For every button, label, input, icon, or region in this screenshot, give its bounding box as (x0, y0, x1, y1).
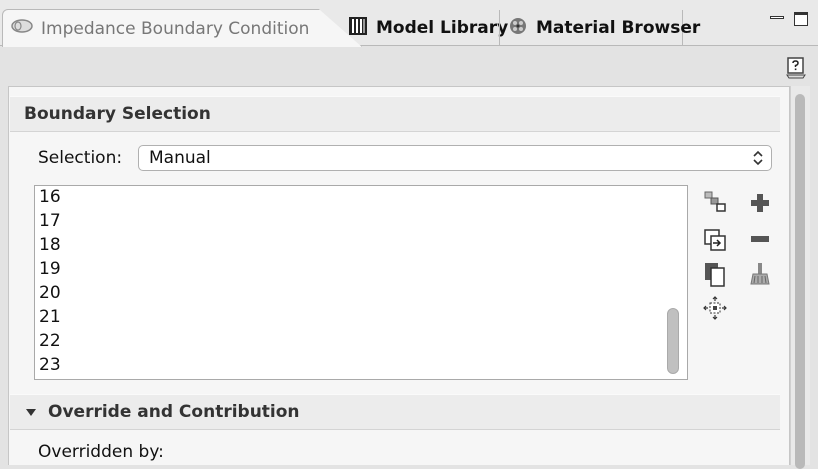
section-title: Boundary Selection (24, 104, 211, 124)
select-from-graphics-icon[interactable] (703, 190, 726, 212)
list-item[interactable]: 23 (35, 354, 687, 378)
zoom-to-selection-icon[interactable] (703, 296, 727, 320)
selection-value: Manual (149, 148, 211, 168)
model-library-icon (348, 16, 368, 41)
clear-selection-icon[interactable] (749, 262, 771, 285)
tab-impedance-boundary-condition[interactable]: Impedance Boundary Condition (2, 9, 362, 47)
tab-model-library[interactable]: Model Library (340, 10, 508, 46)
tab-label: Impedance Boundary Condition (41, 18, 310, 39)
list-item[interactable]: 21 (35, 306, 687, 330)
list-item[interactable]: 17 (35, 210, 687, 234)
list-scrollbar-thumb[interactable] (667, 308, 679, 374)
maximize-button[interactable] (794, 12, 808, 26)
override-contribution-header[interactable]: Override and Contribution (10, 394, 780, 430)
copy-selection-icon[interactable] (703, 262, 725, 287)
list-item[interactable]: 19 (35, 258, 687, 282)
boundary-selection-header[interactable]: Boundary Selection (10, 96, 780, 132)
minimize-icon (770, 16, 784, 19)
tab-label: Model Library (376, 18, 509, 38)
list-item[interactable]: 20 (35, 282, 687, 306)
panel-scrollbar-thumb[interactable] (795, 94, 805, 469)
remove-icon[interactable] (749, 228, 771, 250)
panel-scrollbar[interactable] (790, 86, 810, 469)
list-item[interactable]: 22 (35, 330, 687, 354)
list-item[interactable]: 16 (35, 186, 687, 210)
overridden-by-label: Overridden by: (38, 442, 164, 462)
paste-selection-icon[interactable] (703, 228, 726, 251)
selection-dropdown[interactable]: Manual (138, 145, 772, 171)
help-icon[interactable] (786, 57, 806, 79)
list-item[interactable]: 18 (35, 234, 687, 258)
add-icon[interactable] (749, 192, 771, 214)
dropdown-arrows-icon (753, 150, 763, 166)
selection-label: Selection: (38, 148, 123, 168)
material-browser-icon (508, 16, 528, 41)
maximize-icon (794, 12, 808, 26)
minimize-button[interactable] (770, 12, 784, 26)
tab-label: Material Browser (536, 18, 701, 38)
collapse-triangle-icon (26, 408, 36, 416)
window-controls (770, 12, 808, 26)
impedance-icon (11, 18, 33, 39)
boundary-list[interactable]: 16 17 18 19 20 21 22 23 (34, 185, 688, 380)
tab-bar: Impedance Boundary Condition Model Libra… (0, 0, 818, 47)
toolbar (0, 47, 818, 87)
tab-material-browser[interactable]: Material Browser (499, 10, 700, 46)
section-title: Override and Contribution (48, 402, 300, 422)
